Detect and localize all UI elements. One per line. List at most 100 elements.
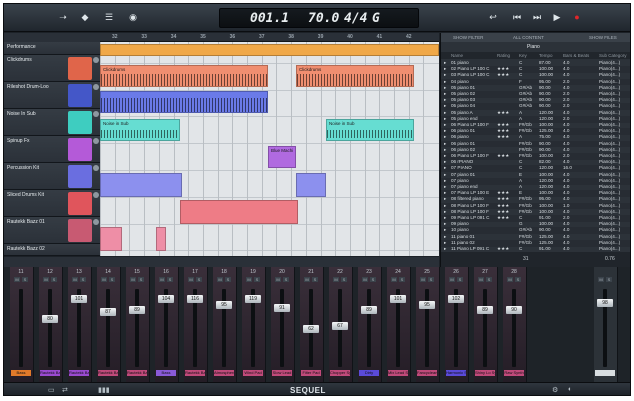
play-preview-icon[interactable]: ▸ [444,103,446,109]
settings-icon[interactable]: ⚙ [552,386,558,394]
channel-label[interactable]: Harmonic Sy [446,370,466,376]
channel-label[interactable]: Bass [156,370,176,376]
clip[interactable] [180,200,298,224]
rewind-icon[interactable]: ⏮ [510,11,524,23]
timeline-ruler[interactable]: 32 33 34 35 36 37 38 39 40 41 42 [100,33,439,42]
play-preview-icon[interactable]: ▸ [444,85,446,91]
play-preview-icon[interactable]: ▸ [444,234,446,240]
loop-icon[interactable]: ↩ [486,11,500,23]
volume-knob[interactable] [93,84,99,90]
forward-icon[interactable]: ⏭ [530,11,544,23]
solo-button[interactable]: S [370,277,376,282]
channel-label[interactable]: Filter Pad [301,370,321,376]
mute-button[interactable]: M [43,277,49,282]
channel-label[interactable]: Rautekk Bazz [127,370,147,376]
volume-knob[interactable] [93,138,99,144]
solo-button[interactable]: S [457,277,463,282]
mute-button[interactable]: M [507,277,513,282]
play-preview-icon[interactable]: ▸ [444,227,446,233]
solo-button[interactable]: S [312,277,318,282]
mute-button[interactable]: M [420,277,426,282]
play-preview-icon[interactable]: ▸ [444,110,446,116]
fader-handle[interactable]: 119 [245,295,261,303]
play-preview-icon[interactable]: ▸ [444,153,446,159]
solo-button[interactable]: S [22,277,28,282]
mute-button[interactable]: M [304,277,310,282]
fader-handle[interactable]: 98 [597,298,613,307]
play-preview-icon[interactable]: ▸ [444,72,446,78]
track-header[interactable]: Performance [4,42,100,55]
solo-button[interactable]: S [606,277,612,282]
play-preview-icon[interactable]: ▸ [444,116,446,122]
instrument-thumbnail[interactable] [68,219,92,242]
fader-handle[interactable]: 87 [100,307,116,316]
clip[interactable] [100,227,122,251]
volume-knob[interactable] [93,165,99,171]
play-preview-icon[interactable]: ▸ [444,165,446,171]
clip[interactable] [156,227,166,251]
channel-label[interactable]: Chopper Syn [330,370,350,376]
tab-all-content[interactable]: ALL CONTENT [513,35,544,40]
channel-label[interactable]: Shiny Lo Synth [475,370,495,376]
speaker-icon[interactable]: ◉ [126,11,140,23]
list-icon[interactable]: ☰ [102,11,116,23]
record-icon[interactable]: ● [570,11,584,23]
solo-button[interactable]: S [51,277,57,282]
fader-handle[interactable]: 62 [303,325,319,334]
play-preview-icon[interactable]: ▸ [444,221,446,227]
mute-button[interactable]: M [391,277,397,282]
channel-label[interactable]: Dirty [359,370,379,376]
mute-button[interactable]: M [72,277,78,282]
play-preview-icon[interactable]: ▸ [444,91,446,97]
clip[interactable]: Clickdrums [100,65,268,87]
track-header[interactable]: Noise In Sub [4,109,100,136]
clip[interactable] [100,91,268,113]
mute-button[interactable]: M [188,277,194,282]
play-preview-icon[interactable]: ▸ [444,97,446,103]
solo-button[interactable]: S [341,277,347,282]
play-preview-icon[interactable]: ▸ [444,203,446,209]
solo-button[interactable]: S [254,277,260,282]
volume-knob[interactable] [93,219,99,225]
channel-label[interactable]: Mix Lead Syn [388,370,408,376]
plugin-icon[interactable]: ◐ [568,386,572,393]
mute-button[interactable]: M [598,277,604,282]
tab-show-filter[interactable]: SHOW FILTER [453,35,483,40]
play-preview-icon[interactable]: ▸ [444,122,446,128]
mute-button[interactable]: M [449,277,455,282]
play-preview-icon[interactable]: ▸ [444,215,446,221]
solo-button[interactable]: S [80,277,86,282]
instrument-thumbnail[interactable] [68,165,92,188]
solo-button[interactable]: S [486,277,492,282]
volume-knob[interactable] [93,57,99,63]
solo-button[interactable]: S [225,277,231,282]
mute-button[interactable]: M [217,277,223,282]
solo-button[interactable]: S [515,277,521,282]
mute-button[interactable]: M [275,277,281,282]
column-header[interactable]: Rating [497,53,510,58]
mute-button[interactable]: M [101,277,107,282]
fader-handle[interactable]: 102 [448,295,464,303]
solo-button[interactable]: S [138,277,144,282]
channel-label[interactable]: Rautekk Bazz [98,370,118,376]
clip[interactable]: Noise in Sub [326,119,414,141]
track-header[interactable]: Rautekk Bazz 02 [4,244,100,256]
mute-button[interactable]: M [130,277,136,282]
volume-knob[interactable] [93,192,99,198]
play-preview-icon[interactable]: ▸ [444,159,446,165]
track-header[interactable]: Clickdrums [4,55,100,82]
mute-button[interactable]: M [333,277,339,282]
solo-button[interactable]: S [283,277,289,282]
solo-button[interactable]: S [109,277,115,282]
channel-label[interactable]: Raw Synth [504,370,524,376]
channel-label[interactable]: Rautekk Bazz [69,370,89,376]
fader-handle[interactable]: 90 [506,305,522,314]
column-header[interactable]: Tempo [539,53,553,58]
fader-handle[interactable]: 80 [42,314,58,323]
fader-handle[interactable]: 116 [187,295,203,303]
signature-value[interactable]: 4/4 [344,11,367,26]
play-preview-icon[interactable]: ▸ [444,128,446,134]
instrument-thumbnail[interactable] [68,192,92,215]
faders-icon[interactable]: ▮▮▮ [98,386,110,394]
volume-knob[interactable] [93,111,99,117]
